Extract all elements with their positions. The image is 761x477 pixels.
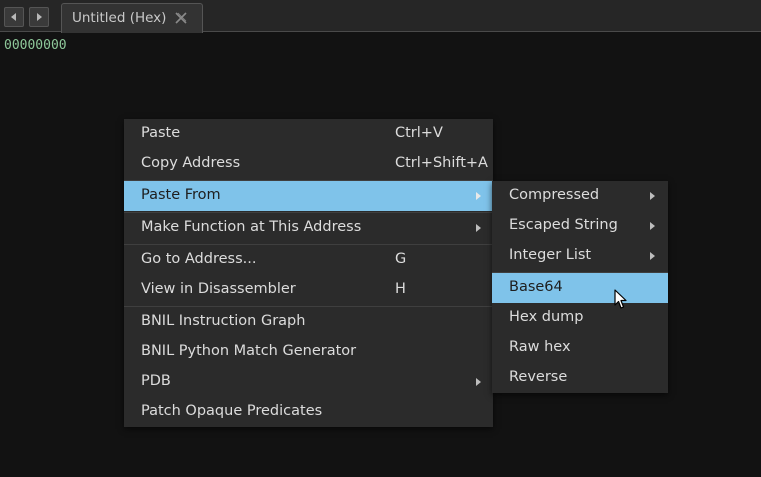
close-icon[interactable] (175, 12, 187, 24)
menu-item-label: Paste (141, 125, 181, 141)
submenu-item-label: Base64 (509, 279, 563, 295)
back-button[interactable] (4, 7, 24, 27)
menu-item-copy-address[interactable]: Copy Address Ctrl+Shift+A (124, 149, 493, 179)
menu-item-pdb[interactable]: PDB (124, 367, 493, 397)
menu-item-patch-opaque-predicates[interactable]: Patch Opaque Predicates (124, 397, 493, 427)
submenu-item-raw-hex[interactable]: Raw hex (492, 333, 668, 363)
submenu-arrow-icon (476, 192, 481, 200)
menu-item-label: Patch Opaque Predicates (141, 403, 323, 419)
menu-item-paste[interactable]: Paste Ctrl+V (124, 119, 493, 149)
submenu-item-label: Escaped String (509, 217, 618, 233)
menu-item-bnil-python-match-generator[interactable]: BNIL Python Match Generator (124, 337, 493, 367)
submenu-arrow-icon (650, 192, 655, 200)
menu-item-paste-from[interactable]: Paste From (124, 181, 493, 211)
submenu-item-label: Compressed (509, 187, 600, 203)
menu-item-label: BNIL Python Match Generator (141, 343, 357, 359)
tab-untitled-hex[interactable]: Untitled (Hex) (61, 3, 203, 33)
forward-button[interactable] (29, 7, 49, 27)
menu-item-label: BNIL Instruction Graph (141, 313, 306, 329)
context-menu: Paste Ctrl+V Copy Address Ctrl+Shift+A P… (124, 119, 493, 427)
submenu-arrow-icon (650, 222, 655, 230)
submenu-item-label: Reverse (509, 369, 568, 385)
menu-item-shortcut: G (395, 251, 407, 267)
submenu-item-integer-list[interactable]: Integer List (492, 241, 668, 271)
submenu-item-base64[interactable]: Base64 (492, 273, 668, 303)
menu-item-label: PDB (141, 373, 171, 389)
menu-item-shortcut: Ctrl+V (395, 125, 443, 141)
menu-item-bnil-instruction-graph[interactable]: BNIL Instruction Graph (124, 307, 493, 337)
address-label: 00000000 (4, 38, 67, 53)
menu-item-label: Go to Address... (141, 251, 257, 267)
submenu-arrow-icon (476, 224, 481, 232)
menu-item-view-in-disassembler[interactable]: View in Disassembler H (124, 275, 493, 305)
submenu-item-label: Raw hex (509, 339, 571, 355)
submenu-item-compressed[interactable]: Compressed (492, 181, 668, 211)
submenu-item-reverse[interactable]: Reverse (492, 363, 668, 393)
menu-item-shortcut: H (395, 281, 406, 297)
submenu-item-escaped-string[interactable]: Escaped String (492, 211, 668, 241)
submenu-arrow-icon (650, 252, 655, 260)
submenu-item-hex-dump[interactable]: Hex dump (492, 303, 668, 333)
menu-item-make-function[interactable]: Make Function at This Address (124, 213, 493, 243)
submenu-arrow-icon (476, 378, 481, 386)
tab-bar: Untitled (Hex) (0, 0, 761, 33)
submenu-item-label: Hex dump (509, 309, 584, 325)
menu-item-shortcut: Ctrl+Shift+A (395, 155, 488, 171)
paste-from-submenu: Compressed Escaped String Integer List B… (492, 181, 668, 393)
submenu-item-label: Integer List (509, 247, 592, 263)
menu-item-label: Make Function at This Address (141, 219, 362, 235)
tab-label: Untitled (Hex) (72, 10, 167, 26)
menu-item-go-to-address[interactable]: Go to Address... G (124, 245, 493, 275)
menu-item-label: Copy Address (141, 155, 241, 171)
chevron-left-icon (11, 13, 16, 21)
menu-item-label: Paste From (141, 187, 221, 203)
chevron-right-icon (37, 13, 42, 21)
menu-item-label: View in Disassembler (141, 281, 296, 297)
mouse-pointer-icon (614, 289, 627, 309)
app-window: Untitled (Hex) 00000000 Paste Ctrl+V Cop… (0, 0, 761, 477)
